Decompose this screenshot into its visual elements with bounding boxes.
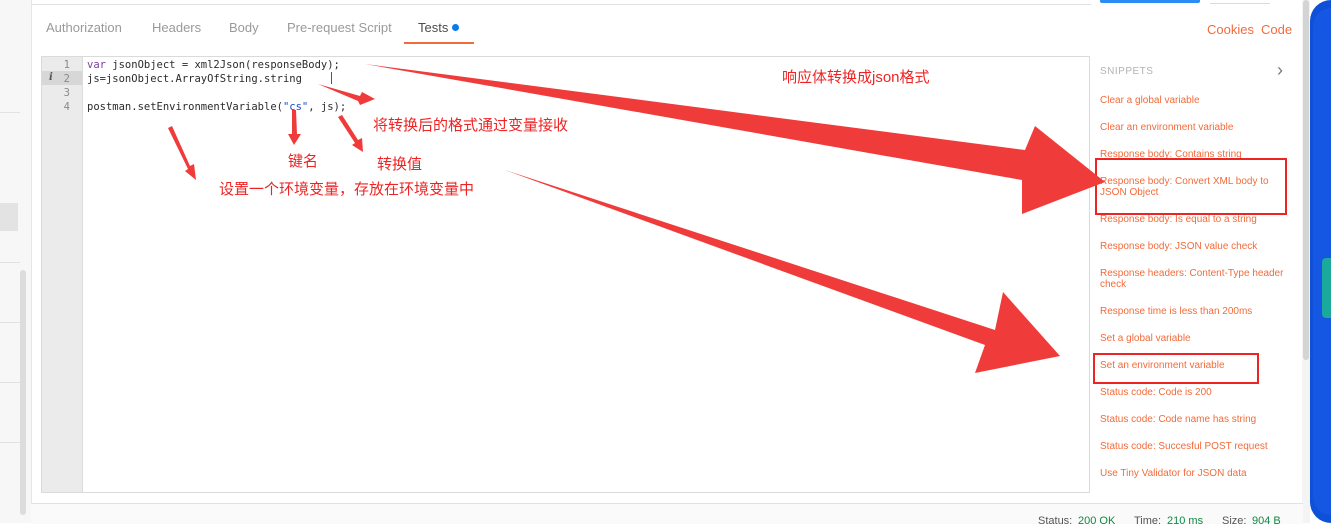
annotation-response-to-json: 响应体转换成json格式 bbox=[782, 69, 930, 86]
annotation-set-env-var: 设置一个环境变量，存放在环境变量中 bbox=[219, 181, 475, 198]
time-value: 210 ms bbox=[1167, 515, 1204, 527]
status-value: 200 OK bbox=[1078, 515, 1116, 527]
time-label: Time: bbox=[1134, 515, 1162, 527]
annotation-receive-converted: 将转换后的格式通过变量接收 bbox=[373, 117, 569, 134]
side-handle[interactable] bbox=[1322, 258, 1331, 318]
annotation-arrows bbox=[168, 64, 1105, 373]
arrow-to-key bbox=[288, 110, 301, 145]
size-label: Size: bbox=[1222, 515, 1247, 527]
arrow-to-set-env bbox=[505, 170, 1060, 373]
size-value: 904 B bbox=[1252, 515, 1281, 527]
annotation-converted-value: 转换值 bbox=[377, 156, 423, 173]
annotation-key-name: 键名 bbox=[288, 153, 319, 170]
arrow-to-line2 bbox=[318, 84, 375, 105]
arrow-to-value bbox=[338, 115, 363, 152]
arrow-set-env-var bbox=[168, 126, 196, 180]
vertical-scrollbar-thumb[interactable] bbox=[1303, 0, 1309, 360]
status-label: Status: bbox=[1038, 515, 1073, 527]
arrow-to-convert-xml bbox=[365, 64, 1105, 214]
